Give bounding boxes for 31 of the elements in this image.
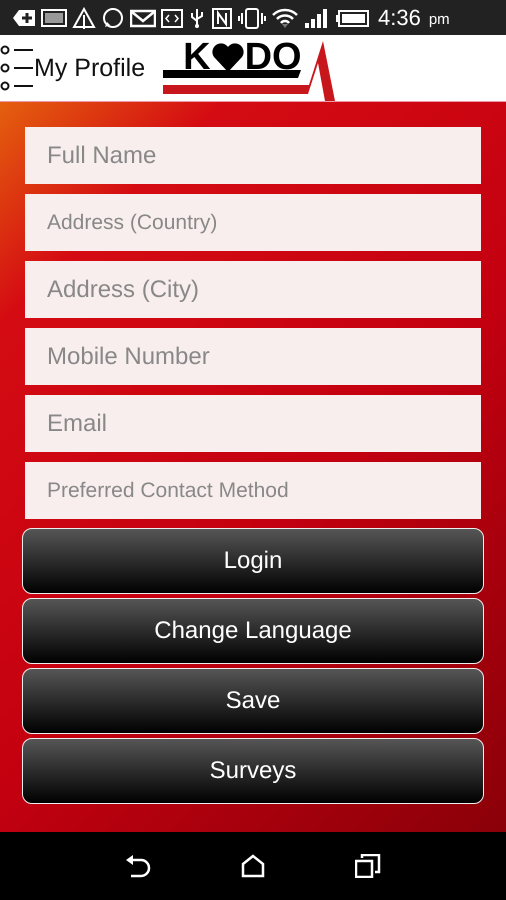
input-field[interactable]: Full Name [25, 127, 481, 184]
usb-icon [188, 6, 206, 28]
form-button[interactable]: Save [22, 668, 484, 734]
home-button[interactable] [241, 854, 265, 878]
chat-bubble-icon [101, 6, 125, 28]
vibrate-icon [238, 6, 266, 28]
logo-text: K [183, 37, 211, 77]
clock-time: 4:36 [378, 4, 421, 30]
clock-meridiem: pm [428, 10, 450, 28]
form-button[interactable]: Change Language [22, 598, 484, 664]
input-field[interactable]: Address (Country) [25, 194, 481, 251]
wifi-icon [271, 6, 299, 28]
heart-icon [210, 42, 245, 72]
home-icon [241, 854, 265, 878]
nfc-icon [211, 6, 233, 28]
input-field[interactable]: Address (City) [25, 261, 481, 318]
code-icon [161, 6, 183, 28]
image-icon [41, 6, 67, 28]
menu-button[interactable]: My Profile [0, 44, 146, 92]
form-button[interactable]: Login [22, 528, 484, 594]
logo-text: DO [244, 37, 302, 77]
input-field[interactable]: Email [25, 395, 481, 452]
recent-apps-icon [355, 854, 381, 878]
recent-apps-button[interactable] [355, 854, 381, 878]
input-field[interactable]: Preferred Contact Method [25, 462, 481, 519]
input-field[interactable]: Mobile Number [25, 328, 481, 385]
back-icon [125, 854, 151, 878]
form-button[interactable]: Surveys [22, 738, 484, 804]
back-button[interactable] [125, 854, 151, 878]
signal-icon [304, 6, 330, 28]
menu-icon [0, 44, 34, 92]
